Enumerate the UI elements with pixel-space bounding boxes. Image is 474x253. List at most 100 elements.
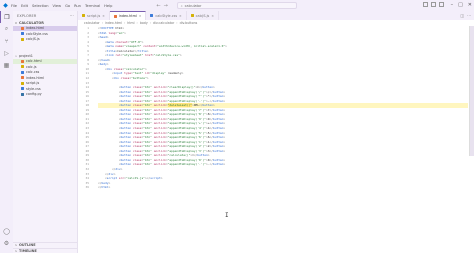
breadcrumb-separator-icon: › [101,21,103,25]
code-token: "btn" [143,162,152,167]
menu-item-file[interactable]: File [11,4,17,8]
menu-item-view[interactable]: View [53,4,62,8]
maximize-icon[interactable]: □ [458,2,463,8]
more-actions-icon[interactable]: ··· [70,13,74,18]
code-token: class [131,130,142,135]
code-token: "appendToDisplay('6')" [167,135,206,140]
code-token: "btn" [143,135,152,140]
code-token: class [131,144,142,149]
extensions-icon[interactable]: ▦ [0,59,13,71]
sidebar-header: EXPLORER ··· [13,11,77,20]
code-token: button [202,103,213,108]
run-debug-icon[interactable]: ▷ [0,47,13,59]
code-token: button [202,85,213,90]
sidebar-footer: > OUTLINE > TIMELINE [13,242,77,253]
gear-icon[interactable]: ⚙ [0,237,13,249]
code-token: button [120,139,132,144]
close-icon[interactable]: ✕ [211,14,214,18]
toggle-panel-icon[interactable] [431,2,436,7]
code-token: class [131,112,142,117]
menu-item-terminal[interactable]: Terminal [85,4,100,8]
code-token: "calculate()" [167,153,191,158]
breadcrumb-item[interactable]: div.buttons [180,21,198,25]
code-token: "calculator" [124,66,146,71]
code-token: "stylesheet" [122,53,144,58]
code-token: > [212,85,215,90]
code-token: onclick [152,126,166,131]
code-editor[interactable]: 1 2 3 4 5 6 7 8 9 10 11 12 13 14 15 16 17 18 19 20 21 22 23 24 2… [78,26,468,253]
editor-tab[interactable]: calcStyle.css ✕ [146,11,187,20]
code-token: button [120,130,132,135]
code-token: class [131,103,142,108]
breadcrumb-item[interactable]: index.html [105,21,122,25]
menu-item-go[interactable]: Go [65,4,70,8]
chevron-icon: ∨ [14,20,18,25]
toggle-sidebar-icon[interactable] [423,2,428,7]
code-token: > [223,135,226,140]
close-icon[interactable]: ✕ [468,2,472,8]
code-token: > [179,53,182,58]
code-token: script [106,176,118,181]
menu-item-selection[interactable]: Selection [32,4,49,8]
breadcrumb-item[interactable]: html [127,21,134,25]
code-token: > [145,66,147,71]
editor-tab[interactable]: calcJS.js ✕ [187,11,219,20]
code-token: onclick [152,112,166,117]
menu-item-help[interactable]: Help [104,4,112,8]
breadcrumb-item[interactable]: div.calculator [153,21,174,25]
editor-tab[interactable]: script.js ✕ [78,11,110,20]
close-icon[interactable]: ✕ [179,14,182,18]
code-token: > [223,162,226,167]
account-icon[interactable]: ◯ [0,225,13,237]
toggle-secondary-sidebar-icon[interactable] [439,2,444,7]
code-token: "width=device-width, initial-scale=1.0" [157,44,226,49]
split-editor-icon[interactable]: ◫ [460,13,464,18]
search-icon[interactable]: ⌕ [0,23,13,35]
code-token: "viewport" [124,44,142,49]
code-token: "buttons" [131,76,147,81]
code-token: button [212,144,224,149]
back-arrow-icon[interactable]: ← [156,3,160,9]
editor-scrollbar[interactable] [469,26,474,156]
explorer-icon[interactable]: ❐ [0,11,13,23]
menu-item-run[interactable]: Run [74,4,81,8]
code-token: href [143,53,152,58]
code-lines[interactable]: <!DOCTYPE html> <html lang="en"> <head> <m… [98,26,468,190]
editor-tab[interactable]: index.html ✕ [109,11,147,20]
sidebar-title: EXPLORER [17,13,37,18]
code-token: "btn" [143,98,152,103]
more-actions-icon[interactable]: ··· [467,13,471,18]
file-type-icon [21,76,24,80]
forward-arrow-icon[interactable]: → [164,3,168,9]
breadcrumb-item[interactable]: body [140,21,148,25]
search-icon: ⌕ [180,3,183,8]
code-token: onclick [152,144,166,149]
close-icon[interactable]: ✕ [102,14,105,18]
code-line[interactable]: </html> [98,185,468,190]
menu-item-edit[interactable]: Edit [21,4,28,8]
command-center-search[interactable]: ⌕ calculator [176,2,297,9]
close-icon[interactable]: ✕ [139,14,142,18]
minimize-icon[interactable]: – [451,2,454,8]
breadcrumb-item[interactable]: calculator [84,21,100,25]
code-token: "deleteLast()" [167,103,193,108]
file-type-icon [21,70,24,74]
source-control-icon[interactable]: ⑂ [0,35,13,47]
code-token: class [131,126,142,131]
code-token: class [131,135,142,140]
tree-item[interactable]: config.py [13,92,77,98]
code-token: "text" [132,71,144,76]
code-token: link [106,53,114,58]
panel-timeline[interactable]: > TIMELINE [13,247,77,253]
code-token: onclick [152,135,166,140]
code-token: button [212,148,224,153]
code-token: button [120,107,132,112]
